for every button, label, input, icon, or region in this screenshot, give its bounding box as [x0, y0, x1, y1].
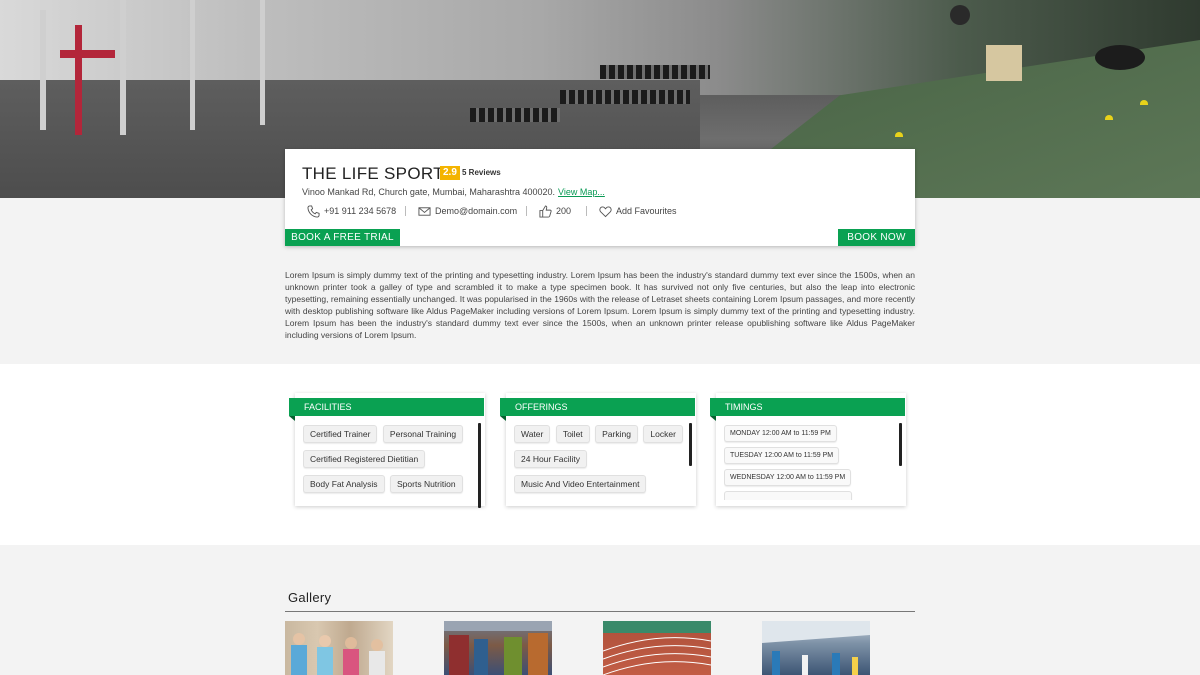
- hero-tire: [1095, 45, 1145, 70]
- offering-tag: Water: [514, 425, 551, 443]
- facility-tag: Certified Registered Dietitian: [303, 450, 426, 468]
- book-free-trial-button[interactable]: BOOK A FREE TRIAL: [285, 229, 400, 246]
- hero-cone: [1105, 115, 1113, 120]
- divider: [586, 206, 587, 216]
- divider: [405, 206, 406, 216]
- like-button[interactable]: 200: [539, 204, 571, 218]
- hero-dumbbells: [600, 65, 710, 79]
- facilities-scrollbar[interactable]: [478, 423, 481, 508]
- favourites-label: Add Favourites: [616, 206, 677, 216]
- gallery-photo-store: [444, 621, 552, 675]
- hero-rack: [260, 0, 265, 125]
- gallery-thumbnail[interactable]: [603, 621, 711, 675]
- hero-plate: [950, 5, 970, 25]
- hero-dumbbells: [560, 90, 690, 104]
- listing-address: Vinoo Mankad Rd, Church gate, Mumbai, Ma…: [302, 187, 555, 197]
- listing-name: THE LIFE SPORTS: [302, 164, 456, 183]
- offerings-scrollbar[interactable]: [689, 423, 692, 466]
- timing-tag: WEDNESDAY 12:00 AM to 11:59 PM: [724, 469, 852, 486]
- offerings-heading: OFFERINGS: [500, 398, 695, 416]
- phone-number: +91 911 234 5678: [324, 206, 397, 216]
- offering-tag: Parking: [595, 425, 638, 443]
- gallery-photo-yoga: [291, 633, 385, 675]
- gallery-heading: Gallery: [288, 590, 332, 605]
- gallery-thumbnail[interactable]: [444, 621, 552, 675]
- offering-tag: Toilet: [555, 425, 590, 443]
- offerings-list: Water Toilet Parking Locker 24 Hour Faci…: [514, 424, 686, 499]
- email-address: Demo@domain.com: [435, 206, 518, 216]
- facilities-list: Certified Trainer Personal Training Cert…: [303, 424, 475, 499]
- gallery-photo-hall: [762, 621, 870, 675]
- hero-rack: [190, 0, 195, 130]
- listing-description: Lorem Ipsum is simply dummy text of the …: [285, 270, 915, 340]
- hero-red-bar: [60, 50, 115, 58]
- rating-badge: 2.9: [440, 166, 460, 180]
- timing-tag: MONDAY 12:00 AM to 11:59 PM: [724, 425, 837, 442]
- facility-tag: Certified Trainer: [303, 425, 378, 443]
- phone-contact[interactable]: +91 911 234 5678: [307, 204, 396, 218]
- offering-tag: Locker: [643, 425, 683, 443]
- book-now-button[interactable]: BOOK NOW: [838, 229, 915, 246]
- reviews-count[interactable]: 5 Reviews: [462, 168, 501, 177]
- phone-icon: [307, 204, 320, 218]
- facilities-heading: FACILITIES: [289, 398, 484, 416]
- timings-heading: TIMINGS: [710, 398, 905, 416]
- offering-tag: Music And Video Entertainment: [514, 475, 647, 493]
- facility-tag: Personal Training: [382, 425, 464, 443]
- add-favourites-button[interactable]: Add Favourites: [599, 204, 677, 218]
- likes-count: 200: [556, 206, 572, 216]
- mail-icon: [418, 206, 431, 216]
- gallery-photo-track: [603, 637, 711, 675]
- facility-tag: Sports Nutrition: [390, 475, 463, 493]
- hero-cone: [895, 132, 903, 137]
- divider: [526, 206, 527, 216]
- hero-plyo-box: [986, 45, 1022, 81]
- hero-dumbbells: [470, 108, 560, 122]
- timings-list: MONDAY 12:00 AM to 11:59 PM TUESDAY 12:0…: [724, 425, 896, 500]
- hero-red-bar: [75, 25, 82, 135]
- offerings-panel: OFFERINGS Water Toilet Parking Locker 24…: [500, 393, 696, 506]
- hero-rack: [40, 10, 46, 130]
- heart-icon: [599, 205, 612, 217]
- hero-cone: [1140, 100, 1148, 105]
- hero-rack: [120, 0, 126, 135]
- gallery-divider: [285, 611, 915, 612]
- timing-tag: [724, 491, 852, 500]
- offering-tag: 24 Hour Facility: [514, 450, 588, 468]
- facility-tag: Body Fat Analysis: [303, 475, 385, 493]
- thumbs-up-icon: [539, 204, 552, 218]
- view-map-link[interactable]: View Map...: [558, 187, 605, 197]
- facilities-panel: FACILITIES Certified Trainer Personal Tr…: [289, 393, 485, 508]
- timing-tag: TUESDAY 12:00 AM to 11:59 PM: [724, 447, 840, 464]
- timings-panel: TIMINGS MONDAY 12:00 AM to 11:59 PM TUES…: [710, 393, 906, 506]
- gallery-thumbnail[interactable]: [285, 621, 393, 675]
- email-contact[interactable]: Demo@domain.com: [418, 204, 517, 218]
- timings-scrollbar[interactable]: [899, 423, 902, 466]
- gallery-thumbnail[interactable]: [762, 621, 870, 675]
